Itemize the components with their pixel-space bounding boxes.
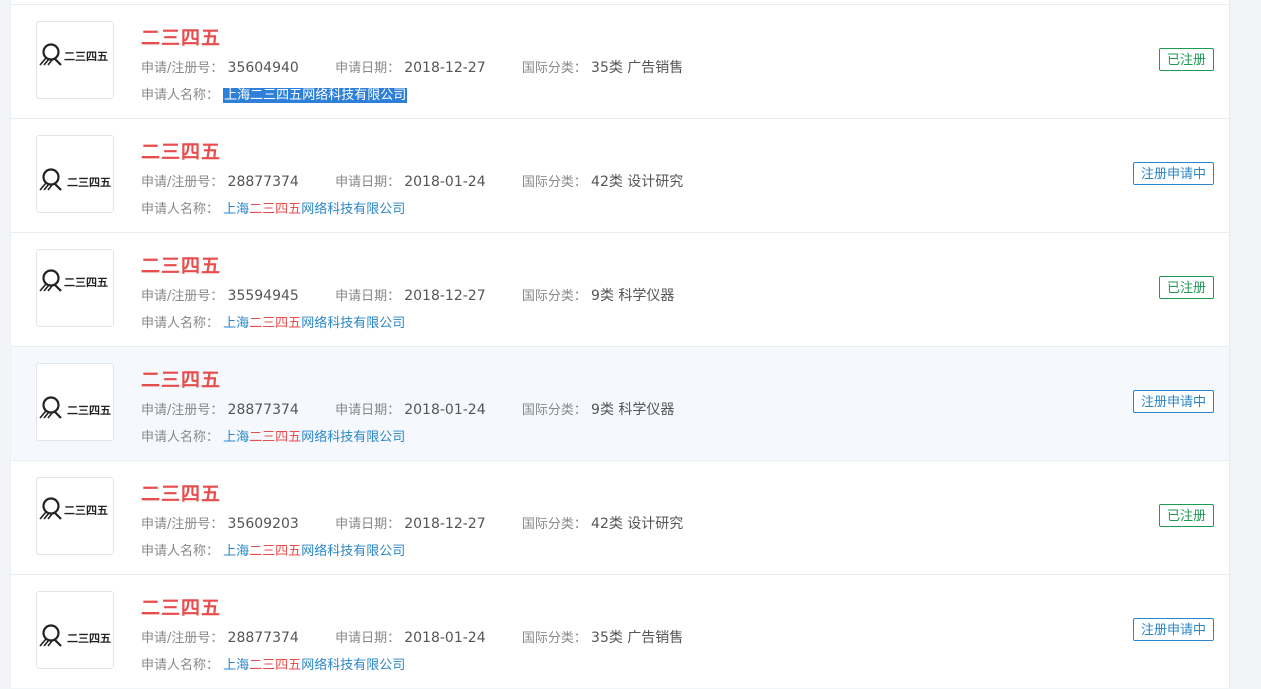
status-badge: 已注册 [1158, 504, 1214, 527]
trademark-row[interactable]: 二三四五 二三四五 申请/注册号： 28877374 申请日期： 2018-01… [11, 119, 1229, 233]
apply-date-value: 2018-01-24 [404, 630, 486, 646]
trademark-row[interactable]: 二三四五 二三四五 申请/注册号： 28877374 申请日期： 2018-01… [11, 575, 1229, 689]
status-badge: 已注册 [1158, 48, 1214, 71]
brand-logo-icon: 二三四五 [39, 497, 108, 520]
apply-date-value: 2018-01-24 [404, 402, 486, 418]
status-badge: 注册申请中 [1132, 390, 1214, 413]
trademark-logo[interactable]: 二三四五 [36, 21, 114, 99]
applicant-label: 申请人名称： [141, 430, 220, 445]
intl-class-label: 国际分类： [521, 61, 587, 76]
trademark-logo[interactable]: 二三四五 [36, 135, 114, 213]
reg-no-value: 35594945 [227, 288, 299, 304]
trademark-row[interactable]: 二三四五 二三四五 申请/注册号： 35609203 申请日期： 2018-12… [11, 461, 1229, 575]
trademark-logo[interactable]: 二三四五 [36, 477, 114, 555]
applicant-link[interactable]: 上海二三四五网络科技有限公司 [223, 88, 408, 103]
intl-class-label: 国际分类： [521, 403, 587, 418]
reg-no-label: 申请/注册号： [141, 631, 224, 646]
svg-text:二三四五: 二三四五 [67, 632, 111, 645]
svg-text:二三四五: 二三四五 [67, 404, 111, 417]
reg-no-label: 申请/注册号： [141, 517, 224, 532]
applicant-link[interactable]: 上海二三四五网络科技有限公司 [223, 544, 405, 559]
svg-text:二三四五: 二三四五 [64, 504, 108, 517]
trademark-name[interactable]: 二三四五 [141, 593, 221, 620]
brand-logo-icon: 二三四五 [39, 168, 111, 191]
reg-no-value: 28877374 [227, 174, 299, 190]
applicant-line: 申请人名称： 上海二三四五网络科技有限公司 [141, 84, 408, 103]
status-badge: 已注册 [1158, 276, 1214, 299]
trademark-meta: 申请/注册号： 35594945 申请日期： 2018-12-27 国际分类： … [141, 285, 674, 305]
applicant-link[interactable]: 上海二三四五网络科技有限公司 [223, 430, 405, 445]
applicant-label: 申请人名称： [141, 202, 220, 217]
trademark-row[interactable]: 二三四五 二三四五 申请/注册号： 28877374 申请日期： 2018-01… [11, 347, 1229, 461]
brand-logo-icon: 二三四五 [39, 396, 111, 419]
applicant-label: 申请人名称： [141, 544, 220, 559]
trademark-meta: 申请/注册号： 35609203 申请日期： 2018-12-27 国际分类： … [141, 513, 683, 533]
applicant-line: 申请人名称： 上海二三四五网络科技有限公司 [141, 426, 405, 445]
apply-date-label: 申请日期： [335, 61, 401, 76]
intl-class-value: 42类 设计研究 [591, 516, 684, 532]
trademark-logo[interactable]: 二三四五 [36, 591, 114, 669]
intl-class-value: 35类 广告销售 [591, 60, 684, 76]
trademark-row[interactable]: 二三四五 二三四五 申请/注册号： 35604940 申请日期： 2018-12… [11, 5, 1229, 119]
apply-date-label: 申请日期： [335, 517, 401, 532]
apply-date-value: 2018-12-27 [404, 516, 486, 532]
intl-class-label: 国际分类： [521, 175, 587, 190]
applicant-line: 申请人名称： 上海二三四五网络科技有限公司 [141, 312, 405, 331]
applicant-line: 申请人名称： 上海二三四五网络科技有限公司 [141, 540, 405, 559]
intl-class-label: 国际分类： [521, 517, 587, 532]
reg-no-label: 申请/注册号： [141, 175, 224, 190]
apply-date-value: 2018-01-24 [404, 174, 486, 190]
intl-class-label: 国际分类： [521, 289, 587, 304]
applicant-link[interactable]: 上海二三四五网络科技有限公司 [223, 316, 405, 331]
intl-class-value: 9类 科学仪器 [591, 288, 675, 304]
apply-date-label: 申请日期： [335, 175, 401, 190]
reg-no-value: 35604940 [227, 60, 299, 76]
trademark-name[interactable]: 二三四五 [141, 251, 221, 278]
brand-logo-icon: 二三四五 [39, 624, 111, 647]
apply-date-value: 2018-12-27 [404, 60, 486, 76]
status-badge: 注册申请中 [1132, 162, 1214, 185]
svg-text:二三四五: 二三四五 [64, 50, 108, 63]
intl-class-value: 35类 广告销售 [591, 630, 684, 646]
trademark-list-panel: 二三四五 二三四五 申请/注册号： 35604940 申请日期： 2018-12… [10, 0, 1230, 688]
applicant-link[interactable]: 上海二三四五网络科技有限公司 [223, 658, 405, 673]
trademark-logo[interactable]: 二三四五 [36, 249, 114, 327]
trademark-name[interactable]: 二三四五 [141, 137, 221, 164]
reg-no-label: 申请/注册号： [141, 61, 224, 76]
trademark-name[interactable]: 二三四五 [141, 479, 221, 506]
reg-no-value: 35609203 [227, 516, 299, 532]
trademark-logo[interactable]: 二三四五 [36, 363, 114, 441]
trademark-meta: 申请/注册号： 28877374 申请日期： 2018-01-24 国际分类： … [141, 399, 674, 419]
trademark-row[interactable]: 二三四五 二三四五 申请/注册号： 35594945 申请日期： 2018-12… [11, 233, 1229, 347]
trademark-name[interactable]: 二三四五 [141, 23, 221, 50]
trademark-meta: 申请/注册号： 28877374 申请日期： 2018-01-24 国际分类： … [141, 171, 683, 191]
reg-no-value: 28877374 [227, 402, 299, 418]
applicant-line: 申请人名称： 上海二三四五网络科技有限公司 [141, 654, 405, 673]
applicant-line: 申请人名称： 上海二三四五网络科技有限公司 [141, 198, 405, 217]
apply-date-label: 申请日期： [335, 403, 401, 418]
trademark-meta: 申请/注册号： 28877374 申请日期： 2018-01-24 国际分类： … [141, 627, 683, 647]
trademark-meta: 申请/注册号： 35604940 申请日期： 2018-12-27 国际分类： … [141, 57, 683, 77]
reg-no-label: 申请/注册号： [141, 289, 224, 304]
svg-text:二三四五: 二三四五 [67, 176, 111, 189]
reg-no-value: 28877374 [227, 630, 299, 646]
applicant-link[interactable]: 上海二三四五网络科技有限公司 [223, 202, 405, 217]
reg-no-label: 申请/注册号： [141, 403, 224, 418]
apply-date-value: 2018-12-27 [404, 288, 486, 304]
apply-date-label: 申请日期： [335, 289, 401, 304]
trademark-name[interactable]: 二三四五 [141, 365, 221, 392]
intl-class-value: 42类 设计研究 [591, 174, 684, 190]
status-badge: 注册申请中 [1132, 618, 1214, 641]
intl-class-label: 国际分类： [521, 631, 587, 646]
svg-text:二三四五: 二三四五 [64, 276, 108, 289]
applicant-label: 申请人名称： [141, 316, 220, 331]
applicant-label: 申请人名称： [141, 658, 220, 673]
brand-logo-icon: 二三四五 [39, 43, 108, 66]
brand-logo-icon: 二三四五 [39, 269, 108, 292]
applicant-label: 申请人名称： [141, 88, 220, 103]
apply-date-label: 申请日期： [335, 631, 401, 646]
intl-class-value: 9类 科学仪器 [591, 402, 675, 418]
